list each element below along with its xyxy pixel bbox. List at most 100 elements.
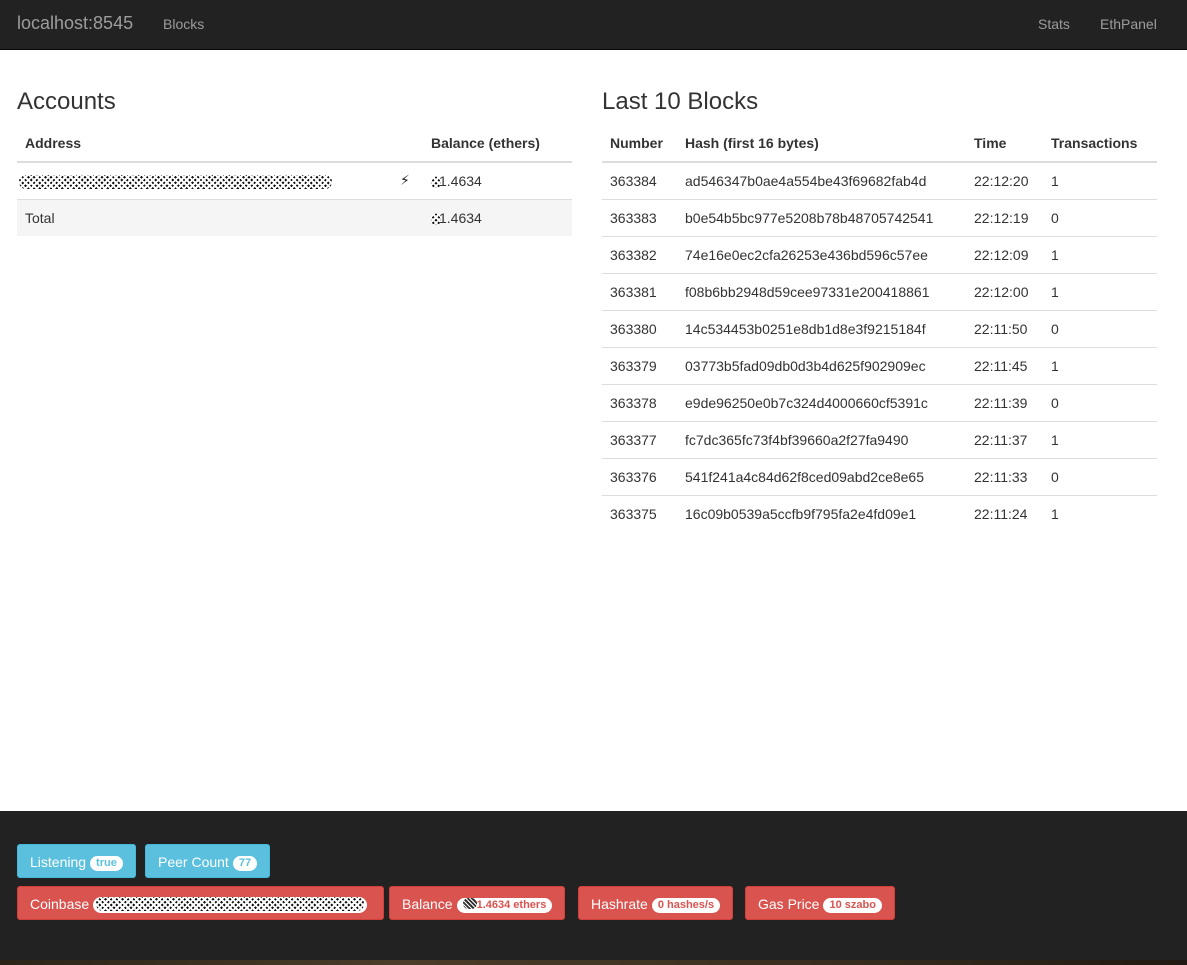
block-hash[interactable]: b0e54b5bc977e5208b78b48705742541 — [677, 198, 966, 236]
blocks-title: Last 10 Blocks — [602, 88, 759, 115]
balance-badge-value: 1.4634 ethers — [476, 899, 547, 911]
redacted-balance-badge — [462, 898, 477, 909]
balance-label: Balance — [402, 896, 453, 912]
block-hash[interactable]: 74e16e0ec2cfa26253e436bd596c57ee — [677, 235, 966, 273]
block-transactions: 1 — [1043, 235, 1157, 273]
block-time: 22:12:19 — [966, 198, 1043, 236]
block-row: 363383 b0e54b5bc977e5208b78b48705742541 22… — [602, 198, 1157, 236]
footer-bottom-strip — [0, 960, 1187, 965]
block-hash[interactable]: 16c09b0539a5ccfb9f795fa2e4fd09e1 — [677, 494, 966, 532]
status-footer: Listening true Peer Count 77 Coinbase Bala… — [0, 811, 1187, 965]
accounts-title: Accounts — [17, 88, 116, 115]
block-hash[interactable]: 541f241a4c84d62f8ced09abd2ce8e65 — [677, 457, 966, 495]
blocks-table-body: 363384 ad546347b0ae4a554be43f69682fab4d 22… — [602, 162, 1157, 532]
total-balance: 1.4634 — [423, 198, 572, 236]
block-row: 363376 541f241a4c84d62f8ced09abd2ce8e65 22… — [602, 457, 1157, 495]
block-number[interactable]: 363384 — [602, 162, 677, 199]
nav-ethpanel-link[interactable]: EthPanel — [1100, 15, 1157, 33]
block-row: 363379 03773b5fad09db0d3b4d625f902909ec 22… — [602, 346, 1157, 384]
account-address[interactable] — [17, 162, 392, 199]
blocks-table: Number Hash (first 16 bytes) Time Transa… — [602, 124, 1157, 532]
block-number[interactable]: 363383 — [602, 198, 677, 236]
coinbase-badge — [93, 897, 368, 913]
number-column-header: Number — [602, 124, 677, 163]
time-column-header: Time — [966, 124, 1043, 163]
block-transactions: 1 — [1043, 494, 1157, 532]
block-row: 363378 e9de96250e0b7c324d4000660cf5391c 22… — [602, 383, 1157, 421]
block-time: 22:12:09 — [966, 235, 1043, 273]
hashrate-button[interactable]: Hashrate 0 hashes/s — [578, 886, 734, 920]
block-number[interactable]: 363379 — [602, 346, 677, 384]
gas-price-badge: 10 szabo — [823, 898, 882, 913]
account-balance-value: 1.4634 — [439, 172, 482, 189]
block-number[interactable]: 363380 — [602, 309, 677, 347]
redacted-address — [19, 174, 332, 189]
redacted-coinbase — [96, 897, 365, 911]
block-row: 363384 ad546347b0ae4a554be43f69682fab4d 22… — [602, 162, 1157, 199]
block-number[interactable]: 363382 — [602, 235, 677, 273]
block-number[interactable]: 363376 — [602, 457, 677, 495]
block-row: 363375 16c09b0539a5ccfb9f795fa2e4fd09e1 22… — [602, 494, 1157, 532]
hashrate-badge: 0 hashes/s — [651, 898, 721, 913]
total-balance-value: 1.4634 — [439, 209, 482, 226]
hash-column-header: Hash (first 16 bytes) — [677, 124, 966, 163]
block-time: 22:12:20 — [974, 172, 1029, 189]
block-time: 22:11:39 — [966, 383, 1043, 421]
block-hash[interactable]: ad546347b0ae4a554be43f69682fab4d — [677, 162, 966, 199]
address-column-header: Address — [17, 124, 392, 163]
accounts-total-row: Total 1.4634 — [17, 198, 572, 236]
accounts-header-row: Address Balance (ethers) — [17, 124, 572, 163]
block-time: 22:12:00 — [966, 272, 1043, 310]
hashrate-label: Hashrate — [591, 896, 648, 912]
account-balance: 1.4634 — [423, 162, 572, 199]
block-transactions: 0 — [1043, 457, 1157, 495]
total-icon-cell — [392, 198, 423, 236]
block-time: 22:11:45 — [966, 346, 1043, 384]
transactions-column-header: Transactions — [1043, 124, 1157, 163]
top-navbar: localhost:8545 Blocks Stats EthPanel — [0, 0, 1187, 50]
total-label: Total — [17, 198, 392, 236]
block-row: 363380 14c534453b0251e8db1d8e3f9215184f 22… — [602, 309, 1157, 347]
block-transactions: 0 — [1043, 309, 1157, 347]
block-transactions: 1 — [1043, 346, 1157, 384]
block-number[interactable]: 363375 — [602, 494, 677, 532]
block-row: 363377 fc7dc365fc73f4bf39660a2f27fa9490 22… — [602, 420, 1157, 458]
accounts-table: Address Balance (ethers) ⚡ 1.4634 Total … — [17, 124, 572, 236]
balance-column-header: Balance (ethers) — [423, 124, 572, 163]
balance-badge: 1.4634 ethers — [456, 898, 553, 913]
peer-count-button[interactable]: Peer Count 77 — [145, 844, 271, 878]
nav-stats-link[interactable]: Stats — [1038, 15, 1070, 33]
account-row: ⚡ 1.4634 — [17, 162, 572, 199]
block-number[interactable]: 363381 — [602, 272, 677, 310]
block-number[interactable]: 363377 — [602, 420, 677, 458]
block-transactions: 1 — [1051, 172, 1059, 189]
brand-link[interactable]: localhost:8545 — [17, 13, 133, 33]
listening-badge: true — [90, 856, 123, 871]
block-time: 22:11:37 — [966, 420, 1043, 458]
block-number[interactable]: 363378 — [602, 383, 677, 421]
account-icon-cell: ⚡ — [392, 162, 423, 199]
block-transactions: 1 — [1043, 272, 1157, 310]
block-time: 22:11:33 — [966, 457, 1043, 495]
block-hash[interactable]: f08b6bb2948d59cee97331e200418861 — [677, 272, 966, 310]
block-hash[interactable]: fc7dc365fc73f4bf39660a2f27fa9490 — [677, 420, 966, 458]
block-time: 22:11:24 — [966, 494, 1043, 532]
block-transactions: 1 — [1043, 420, 1157, 458]
block-hash[interactable]: e9de96250e0b7c324d4000660cf5391c — [677, 383, 966, 421]
nav-blocks-link[interactable]: Blocks — [163, 15, 204, 33]
block-row: 363381 f08b6bb2948d59cee97331e200418861 22… — [602, 272, 1157, 310]
balance-button[interactable]: Balance 1.4634 ethers — [389, 886, 566, 920]
bolt-icon: ⚡ — [400, 172, 410, 189]
icon-column-header — [392, 124, 423, 163]
blocks-header-row: Number Hash (first 16 bytes) Time Transa… — [602, 124, 1157, 163]
coinbase-label: Coinbase — [30, 896, 90, 912]
block-row: 363382 74e16e0ec2cfa26253e436bd596c57ee 22… — [602, 235, 1157, 273]
block-hash[interactable]: 03773b5fad09db0d3b4d625f902909ec — [677, 346, 966, 384]
block-hash[interactable]: 14c534453b0251e8db1d8e3f9215184f — [677, 309, 966, 347]
listening-button[interactable]: Listening true — [17, 844, 136, 878]
coinbase-button[interactable]: Coinbase — [17, 886, 384, 920]
peer-count-label: Peer Count — [158, 854, 229, 870]
block-time: 22:11:50 — [966, 309, 1043, 347]
gas-price-button[interactable]: Gas Price 10 szabo — [745, 886, 895, 920]
block-transactions: 0 — [1043, 198, 1157, 236]
